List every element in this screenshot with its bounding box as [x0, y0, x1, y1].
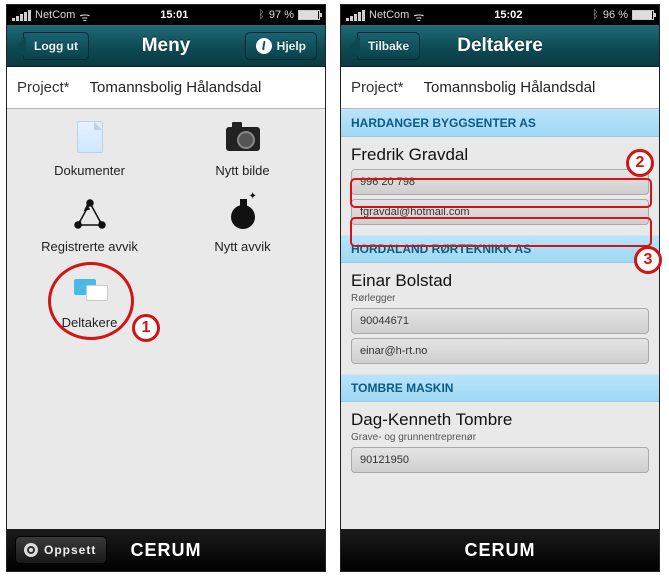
- phone-participants: NetCom ᯤ 15:02 ᛒ 96 % Tilbake Deltakere …: [340, 4, 660, 572]
- setup-label: Oppsett: [44, 543, 96, 557]
- project-bar[interactable]: Project* Tomannsbolig Hålandsdal: [7, 67, 325, 109]
- participants-list[interactable]: HARDANGER BYGGSENTER AS Fredrik Gravdal …: [341, 109, 659, 529]
- project-label: Project*: [17, 79, 70, 96]
- battery-icon: [298, 10, 320, 20]
- setup-button[interactable]: Oppsett: [15, 536, 107, 564]
- help-button[interactable]: i Hjelp: [245, 32, 317, 60]
- project-bar[interactable]: Project* Tomannsbolig Hålandsdal: [341, 67, 659, 109]
- contact-role: Grave- og grunnentreprenør: [351, 432, 649, 443]
- tile-new-deviation[interactable]: Nytt avvik: [166, 195, 319, 271]
- wifi-icon: ᯤ: [413, 8, 424, 25]
- battery-label: 96 %: [603, 9, 628, 21]
- bluetooth-icon: ᛒ: [258, 9, 265, 21]
- section-header: HARDANGER BYGGSENTER AS: [341, 109, 659, 137]
- logout-label: Logg ut: [34, 39, 78, 53]
- carrier-label: NetCom: [35, 9, 75, 21]
- footer-bar: Oppsett CERUM: [7, 529, 325, 571]
- annotation-rect-2: [350, 178, 652, 208]
- page-title: Meny: [142, 35, 191, 57]
- annotation-number-2: 2: [626, 149, 654, 177]
- project-value: Tomannsbolig Hålandsdal: [90, 79, 319, 96]
- contact-card: Einar Bolstad Rørlegger 90044671 einar@h…: [341, 263, 659, 374]
- tile-documents[interactable]: Dokumenter: [13, 119, 166, 195]
- battery-label: 97 %: [269, 9, 294, 21]
- tile-new-photo[interactable]: Nytt bilde: [166, 119, 319, 195]
- page-title: Deltakere: [457, 35, 543, 57]
- signal-icon: [346, 10, 365, 21]
- tile-label: Dokumenter: [54, 163, 125, 178]
- tile-label: Nytt bilde: [215, 163, 269, 178]
- status-bar: NetCom ᯤ 15:01 ᛒ 97 %: [7, 5, 325, 25]
- annotation-circle-1: [48, 262, 134, 340]
- wifi-icon: ᯤ: [79, 8, 90, 25]
- clock: 15:02: [494, 9, 522, 21]
- section-header: TOMBRE MASKIN: [341, 374, 659, 402]
- contact-card: Dag-Kenneth Tombre Grave- og grunnentrep…: [341, 402, 659, 483]
- tile-label: Registrerte avvik: [41, 239, 138, 254]
- status-bar: NetCom ᯤ 15:02 ᛒ 96 %: [341, 5, 659, 25]
- battery-icon: [632, 10, 654, 20]
- project-label: Project*: [351, 79, 404, 96]
- contact-role: Rørlegger: [351, 293, 649, 304]
- back-button[interactable]: Tilbake: [357, 32, 420, 60]
- navbar: Logg ut Meny i Hjelp: [7, 25, 325, 67]
- tile-label: Nytt avvik: [214, 239, 270, 254]
- bluetooth-icon: ᛒ: [592, 9, 599, 21]
- deviation-list-icon: [72, 197, 108, 233]
- bomb-icon: [225, 197, 261, 233]
- document-icon: [72, 121, 108, 157]
- brand-label: CERUM: [131, 540, 202, 561]
- gear-icon: [24, 543, 38, 557]
- annotation-rect-3: [350, 217, 652, 247]
- phone-field[interactable]: 90121950: [351, 447, 649, 473]
- back-label: Tilbake: [368, 39, 409, 53]
- footer-bar: CERUM: [341, 529, 659, 571]
- carrier-label: NetCom: [369, 9, 409, 21]
- contact-name: Dag-Kenneth Tombre: [351, 410, 649, 430]
- project-value: Tomannsbolig Hålandsdal: [424, 79, 653, 96]
- logout-button[interactable]: Logg ut: [23, 32, 89, 60]
- brand-label: CERUM: [465, 540, 536, 561]
- tile-registered-deviations[interactable]: Registrerte avvik: [13, 195, 166, 271]
- signal-icon: [12, 10, 31, 21]
- help-label: Hjelp: [277, 39, 306, 53]
- contact-name: Einar Bolstad: [351, 271, 649, 291]
- camera-icon: [225, 121, 261, 157]
- clock: 15:01: [160, 9, 188, 21]
- email-field[interactable]: einar@h-rt.no: [351, 338, 649, 364]
- navbar: Tilbake Deltakere: [341, 25, 659, 67]
- contact-name: Fredrik Gravdal: [351, 145, 649, 165]
- annotation-number-1: 1: [132, 314, 160, 342]
- annotation-number-3: 3: [634, 246, 662, 274]
- info-icon: i: [256, 38, 272, 54]
- phone-field[interactable]: 90044671: [351, 308, 649, 334]
